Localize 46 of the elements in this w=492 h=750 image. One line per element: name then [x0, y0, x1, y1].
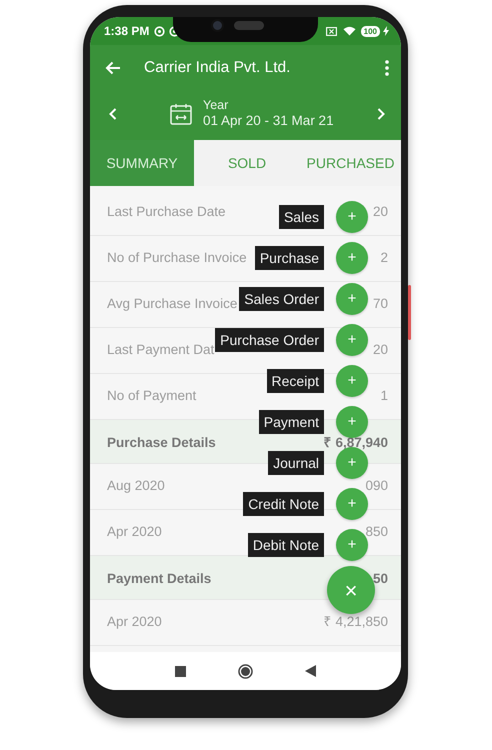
action-label: Receipt: [266, 368, 324, 394]
wifi-icon: [342, 26, 356, 36]
row-value: 1: [380, 387, 388, 406]
action-label: Purchase: [254, 246, 324, 270]
row-label: Avg Purchase Invoice: [107, 295, 238, 314]
back-arrow-icon[interactable]: [105, 61, 121, 75]
charging-icon: [383, 26, 389, 36]
row-value: 70: [372, 295, 388, 314]
action-label: Sales: [278, 204, 324, 230]
home-icon[interactable]: [238, 664, 253, 678]
more-menu-icon[interactable]: [385, 60, 389, 76]
action-label: Debit Note: [248, 532, 324, 558]
next-icon[interactable]: [377, 108, 385, 120]
row-label: No of Purchase Invoice: [107, 249, 247, 268]
recents-icon[interactable]: [175, 666, 186, 676]
row-label: Last Purchase Date: [107, 203, 226, 222]
row-label: Apr 2020: [107, 613, 162, 632]
row-label: Last Payment Dat: [107, 341, 214, 360]
speaker-icon: [234, 21, 264, 30]
calendar-icon: [170, 103, 192, 125]
back-icon[interactable]: [305, 665, 316, 677]
battery-icon: 100: [360, 26, 380, 36]
previous-icon[interactable]: [109, 108, 117, 120]
action-label: Sales Order: [239, 286, 324, 312]
status-time: 1:38 PM: [104, 23, 150, 40]
row-value: 850: [365, 523, 388, 542]
period-range: 01 Apr 20 - 31 Mar 21: [203, 113, 334, 130]
section-total: 50: [372, 570, 388, 588]
row-value: 20: [372, 203, 388, 222]
action-label: Credit Note: [243, 492, 324, 516]
period-label: Year: [203, 98, 228, 114]
action-label: Payment: [258, 410, 324, 434]
action-label: Journal: [268, 450, 324, 476]
row-value: 20: [372, 341, 388, 360]
row-label: Apr 2020: [107, 523, 162, 542]
sim-icon: [326, 26, 337, 36]
row-label: Aug 2020: [107, 477, 165, 496]
section-title: Purchase Details: [107, 434, 216, 452]
row-label: No of Payment: [107, 387, 196, 406]
section-title: Payment Details: [107, 570, 212, 588]
tab[interactable]: SUMMARY: [90, 140, 194, 186]
action-label: Purchase Order: [215, 328, 324, 352]
app-title: Carrier India Pvt. Ltd.: [144, 58, 292, 78]
row-value: 090: [365, 477, 388, 496]
row-value: ₹ 4,21,850: [324, 613, 388, 632]
row-value: 2: [380, 249, 388, 268]
